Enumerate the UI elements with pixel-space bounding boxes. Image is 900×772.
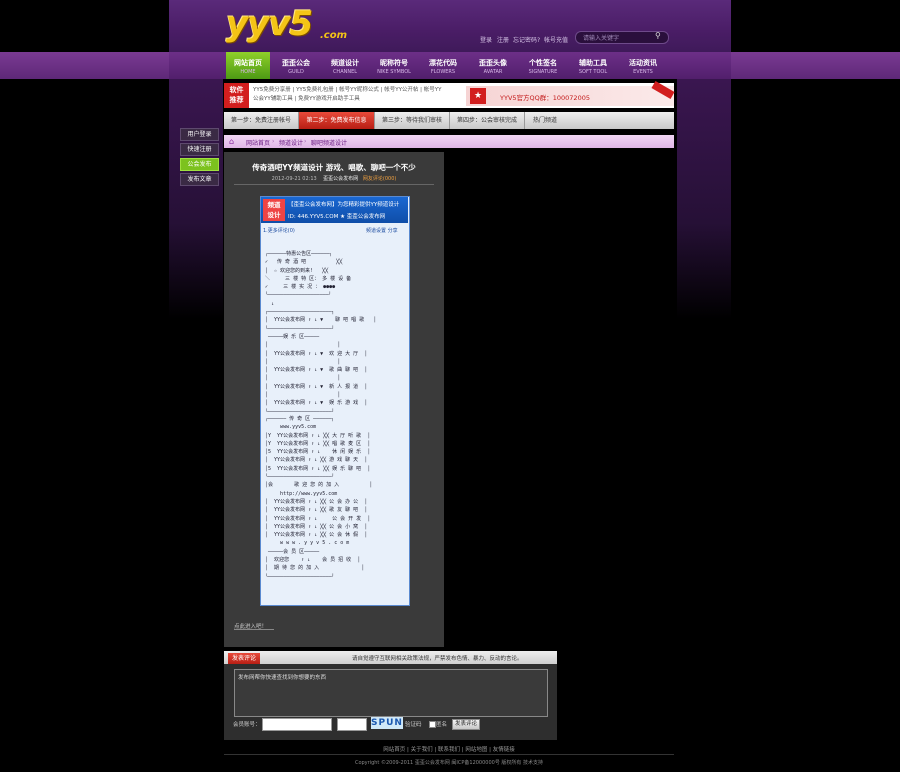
- promo-links[interactable]: YY5免费分享册 | YY5免费礼包册 | 帐号YY昵称公式 | 帐号YY公开帖…: [253, 86, 458, 104]
- article-title: 传奇酒吧YY频道设计 游戏、唱歌、聊吧一个不少: [252, 163, 416, 172]
- right-decoration: [677, 79, 731, 319]
- promo-qq-text: YYV5官方QQ群：100072005: [500, 94, 590, 102]
- submit-comment-button[interactable]: 发表评论: [452, 719, 480, 730]
- footer-copyright: Copyright ©2009-2011 歪歪公会发布网 闽ICP备120000…: [354, 760, 544, 766]
- breadcrumb-sep: ›: [304, 138, 307, 145]
- nav-item-nickname[interactable]: 昵称符号 NIKE SYMBOL: [372, 56, 416, 78]
- breadcrumb-home[interactable]: 网站首页: [246, 138, 270, 147]
- nav-sublabel: HOME: [240, 69, 256, 75]
- nav-label: 歪歪公会: [282, 59, 310, 67]
- nav-sublabel: CHANNEL: [332, 69, 358, 75]
- nav-sublabel: FLOWERS: [430, 69, 456, 75]
- nav-item-channel[interactable]: 频道设计 CHANNEL: [323, 56, 367, 78]
- captcha-field[interactable]: [337, 718, 367, 731]
- anonymous-label: 匿名: [436, 722, 448, 728]
- nav-sublabel: GUILD: [288, 69, 304, 75]
- nav-label: 昵称符号: [380, 59, 408, 67]
- nav-sublabel: NIKE SYMBOL: [377, 69, 411, 75]
- nav-label: 频道设计: [331, 59, 359, 67]
- comment-tab[interactable]: 发表评论: [228, 653, 260, 664]
- forgot-password-link[interactable]: 忘记密码?: [513, 35, 540, 44]
- side-publish-article-button[interactable]: 发布文章: [180, 173, 219, 186]
- comment-notice: 请自觉遵守互联网相关政策法规，严禁发布色情、暴力、反动的言论。: [352, 656, 523, 662]
- side-publish-guild-button[interactable]: 公会发布: [180, 158, 219, 171]
- image-tag-line: 频道: [267, 201, 281, 209]
- search-icon[interactable]: ⚲: [655, 32, 663, 40]
- channel-layout-text: ╭────── 传 奇 区 ──────╮ www.yyv5.com │Y YY…: [265, 416, 373, 580]
- login-link[interactable]: 登录: [480, 35, 492, 44]
- nav-item-flowers[interactable]: 漂花代码 FLOWERS: [421, 56, 465, 78]
- step-3[interactable]: 第三步：等待我们审核: [375, 112, 450, 129]
- nav-sublabel: AVATAR: [483, 69, 503, 75]
- image-header-line: 【歪歪公会发布网】为您精彩提供YY频道设计: [288, 202, 400, 208]
- nav-label: 漂花代码: [429, 59, 457, 67]
- left-decoration: [169, 79, 223, 319]
- hot-channels-link[interactable]: 热门频道: [525, 112, 565, 129]
- account-recharge-link[interactable]: 帐号充值: [544, 35, 568, 44]
- site-logo[interactable]: yyv5: [226, 4, 313, 44]
- home-icon[interactable]: ⌂: [229, 137, 238, 146]
- username-label: 会员账号：: [233, 722, 261, 728]
- comment-placeholder: 发布网帮你快速查找到你想要的东西: [238, 675, 327, 681]
- register-link[interactable]: 注册: [497, 35, 509, 44]
- promo-tag-line: 软件: [229, 86, 244, 94]
- nav-item-guild[interactable]: 歪歪公会 GUILD: [274, 56, 318, 78]
- nav-item-events[interactable]: 活动资讯 EVENTS: [621, 56, 665, 78]
- nav-sublabel: SIGNATURE: [528, 69, 558, 75]
- site-logo-suffix: .com: [320, 30, 348, 41]
- promo-line[interactable]: YY5免费分享册 | YY5免费礼包册 | 帐号YY昵称公式 | 帐号YY公开帖…: [253, 86, 458, 95]
- channel-layout-text: ╭──────特惠公告区──────╮ ✓ 传 奇 酒 吧 ╳╳ │ ☆ 欢迎您…: [265, 251, 377, 415]
- article-comments-link[interactable]: 网友评论(000): [363, 176, 396, 182]
- article-meta: 2012-09-21 02:13 歪歪公会发布网 网友评论(000): [224, 175, 444, 182]
- breadcrumb-current[interactable]: 聊吧频道设计: [311, 138, 347, 147]
- nav-sublabel: SOFT TOOL: [578, 69, 608, 75]
- step-2[interactable]: 第二步：免费发布信息: [299, 112, 375, 129]
- image-tag: 频道 设计: [263, 199, 285, 221]
- article-source[interactable]: 歪歪公会发布网: [323, 176, 358, 182]
- promo-line[interactable]: 公会YY辅助工具 | 免费YY游戏开启助手工具: [253, 95, 458, 104]
- username-field[interactable]: [262, 718, 332, 731]
- article-date: 2012-09-21 02:13: [271, 176, 317, 182]
- step-1[interactable]: 第一步：免费注册帐号: [224, 112, 299, 129]
- divider: [234, 629, 274, 630]
- image-header-line: ID: 446.YYV5.COM ★ 歪歪公会发布网: [288, 214, 386, 220]
- side-register-button[interactable]: 快速注册: [180, 143, 219, 156]
- nav-label: 辅助工具: [579, 59, 607, 67]
- promo-tag: 软件 推荐: [224, 83, 249, 108]
- side-login-button[interactable]: 用户登录: [180, 128, 219, 141]
- search-placeholder: 请输入关键字: [583, 35, 620, 42]
- divider: [234, 184, 434, 185]
- captcha-label[interactable]: 验证码: [405, 720, 422, 728]
- captcha-image[interactable]: SPUN: [371, 717, 403, 729]
- step-4[interactable]: 第四步：公会审核完成: [450, 112, 525, 129]
- nav-item-tools[interactable]: 辅助工具 SOFT TOOL: [571, 56, 615, 78]
- promo-tag-line: 推荐: [229, 96, 244, 104]
- image-bar-right: 频道设置 分享: [366, 228, 398, 234]
- nav-item-signature[interactable]: 个性签名 SIGNATURE: [521, 56, 565, 78]
- nav-item-avatar[interactable]: 歪歪头像 AVATAR: [471, 56, 515, 78]
- image-tag-line: 设计: [267, 211, 281, 219]
- nav-sublabel: EVENTS: [633, 69, 653, 75]
- nav-label: 活动资讯: [629, 59, 657, 67]
- nav-label: 网站首页: [234, 59, 262, 67]
- nav-label: 歪歪头像: [479, 59, 507, 67]
- breadcrumb-channel[interactable]: 频道设计: [279, 138, 303, 147]
- gift-icon: ★: [470, 88, 486, 104]
- nav-label: 个性签名: [529, 59, 557, 67]
- anonymous-checkbox[interactable]: [429, 721, 436, 728]
- breadcrumb-sep: ›: [272, 138, 275, 145]
- footer-links[interactable]: 网站首页 | 关于我们 | 联系我们 | 网站地图 | 友情链接: [224, 745, 674, 753]
- image-bar-left: 1.更多评论(0): [263, 228, 295, 234]
- nav-item-home[interactable]: 网站首页 HOME: [226, 52, 270, 79]
- divider: [224, 754, 674, 755]
